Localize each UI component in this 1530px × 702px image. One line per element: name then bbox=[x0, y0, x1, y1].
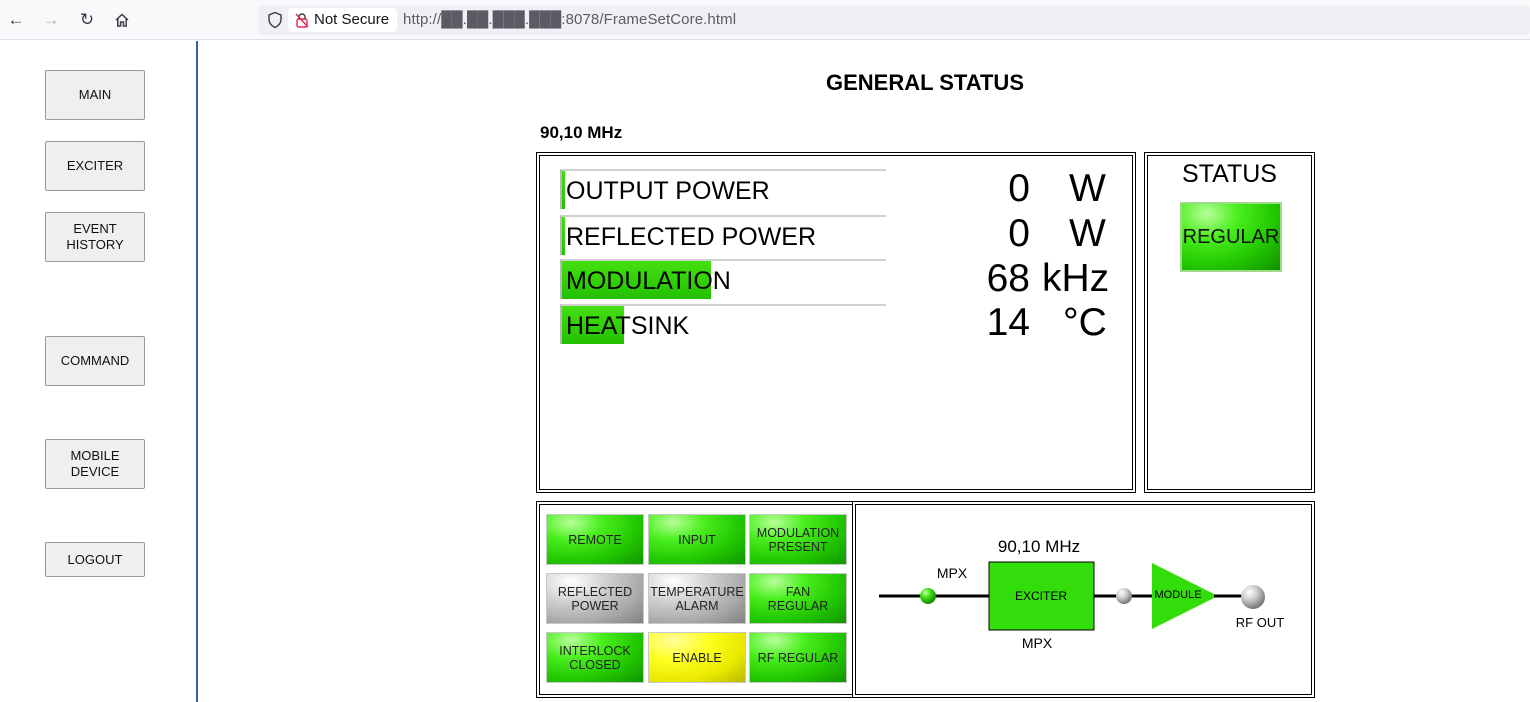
browser-toolbar: ← → ↻ Not Secure http://██.██.███.███:80… bbox=[0, 0, 1530, 40]
mpx-top-label: MPX bbox=[937, 565, 968, 581]
reflected-power-unit: W bbox=[1069, 212, 1106, 255]
interlock-closed-indicator: INTERLOCK CLOSED bbox=[546, 632, 644, 683]
output-power-label: OUTPUT POWER bbox=[566, 177, 770, 205]
mpx-bottom-label: MPX bbox=[1022, 635, 1053, 651]
output-power-bar: OUTPUT POWER bbox=[560, 169, 886, 209]
command-button[interactable]: COMMAND bbox=[45, 336, 145, 386]
input-status-led bbox=[920, 588, 936, 604]
modulation-label: MODULATION bbox=[566, 267, 731, 295]
back-icon[interactable]: ← bbox=[4, 8, 28, 32]
main-button[interactable]: MAIN bbox=[45, 70, 145, 120]
shield-icon[interactable] bbox=[266, 11, 284, 29]
status-title: STATUS bbox=[1182, 160, 1277, 188]
signal-diagram: MPX 90,10 MHz EXCITER MPX MODULE RF OUT bbox=[879, 537, 1284, 651]
heatsink-bar: HEATSINK bbox=[560, 304, 886, 344]
status-indicator: REGULAR bbox=[1180, 202, 1282, 272]
reflected-power-bar: REFLECTED POWER bbox=[560, 215, 886, 255]
reflected-power-label: REFLECTED POWER bbox=[566, 223, 817, 251]
heatsink-label: HEATSINK bbox=[566, 312, 690, 340]
security-indicator[interactable]: Not Secure bbox=[288, 8, 398, 32]
url-text[interactable]: http://██.██.███.███:8078/FrameSetCore.h… bbox=[403, 11, 736, 28]
security-label: Not Secure bbox=[314, 11, 390, 28]
status-panel: STATUS REGULAR bbox=[1144, 152, 1315, 493]
frequency-label: 90,10 MHz bbox=[540, 123, 623, 142]
reflected-power-level bbox=[562, 217, 565, 255]
heatsink-unit: °C bbox=[1063, 301, 1107, 344]
output-power-unit: W bbox=[1069, 167, 1106, 210]
address-bar[interactable]: Not Secure http://██.██.███.███:8078/Fra… bbox=[258, 5, 1530, 35]
insecure-lock-icon bbox=[295, 13, 309, 28]
modulation-present-indicator: MODULATION PRESENT bbox=[749, 514, 847, 565]
output-power-level bbox=[562, 171, 565, 209]
remote-indicator: REMOTE bbox=[546, 514, 644, 565]
logout-button[interactable]: LOGOUT bbox=[45, 542, 145, 577]
rf-out-label: RF OUT bbox=[1236, 615, 1284, 630]
mobile-device-button[interactable]: MOBILE DEVICE bbox=[45, 439, 145, 489]
reflected-power-indicator: REFLECTED POWER bbox=[546, 573, 644, 624]
modulation-unit: kHz bbox=[1042, 257, 1110, 300]
temperature-alarm-indicator: TEMPERATURE ALARM bbox=[648, 573, 746, 624]
exciter-button[interactable]: EXCITER bbox=[45, 141, 145, 191]
enable-indicator: ENABLE bbox=[648, 632, 746, 683]
rf-out-led bbox=[1241, 585, 1265, 609]
exciter-label: EXCITER bbox=[1015, 589, 1067, 603]
exciter-output-led bbox=[1116, 588, 1132, 604]
sidebar-nav: MAIN EXCITER EVENT HISTORY COMMAND MOBIL… bbox=[0, 41, 198, 702]
heatsink-value: 14 bbox=[986, 301, 1030, 344]
input-indicator: INPUT bbox=[648, 514, 746, 565]
reload-icon[interactable]: ↻ bbox=[75, 8, 99, 32]
home-icon[interactable] bbox=[110, 8, 134, 32]
signal-diagram-panel: MPX 90,10 MHz EXCITER MPX MODULE RF OUT bbox=[852, 501, 1315, 698]
rf-regular-indicator: RF REGULAR bbox=[749, 632, 847, 683]
output-power-value: 0 bbox=[1008, 167, 1030, 210]
alarms-panel: REMOTE INPUT MODULATION PRESENT REFLECTE… bbox=[536, 501, 856, 698]
fan-regular-indicator: FAN REGULAR bbox=[749, 573, 847, 624]
diagram-frequency: 90,10 MHz bbox=[998, 537, 1080, 556]
page-title: GENERAL STATUS bbox=[825, 70, 1024, 95]
modulation-value: 68 bbox=[986, 257, 1030, 300]
reflected-power-value: 0 bbox=[1008, 212, 1030, 255]
measurements-panel: OUTPUT POWER 0 W REFLECTED POWER 0 W MOD… bbox=[536, 152, 1136, 493]
module-label: MODULE bbox=[1154, 589, 1201, 601]
event-history-button[interactable]: EVENT HISTORY bbox=[45, 212, 145, 262]
forward-icon[interactable]: → bbox=[39, 8, 63, 32]
modulation-bar: MODULATION bbox=[560, 259, 886, 299]
